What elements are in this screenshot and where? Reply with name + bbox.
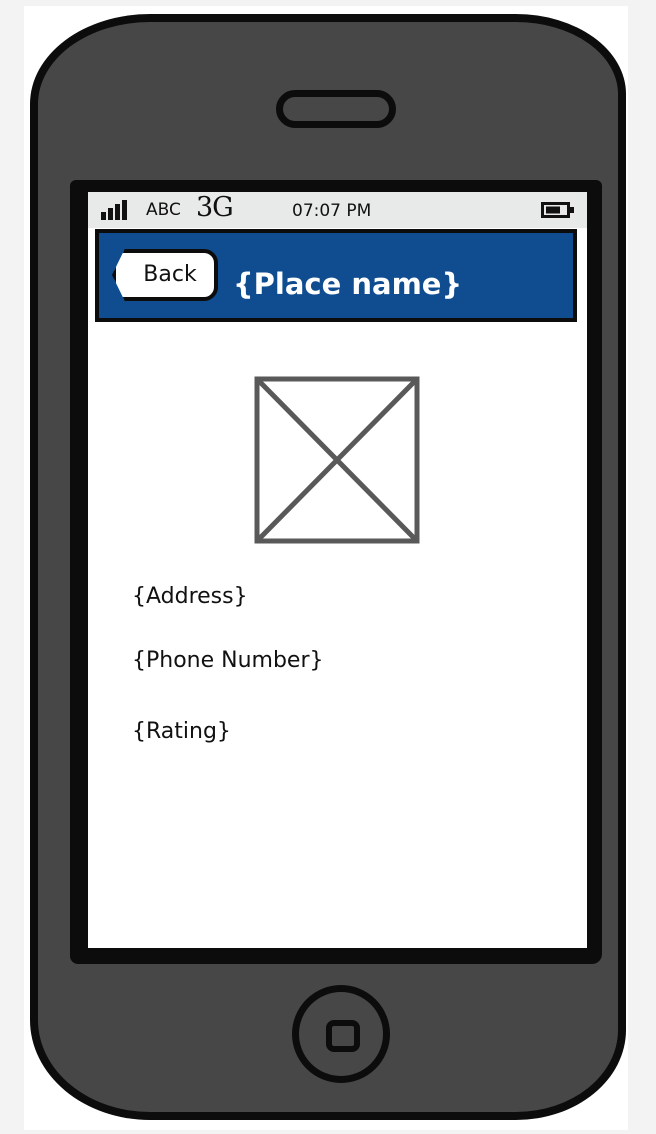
battery-icon xyxy=(541,202,574,218)
image-placeholder-icon xyxy=(254,376,420,544)
status-bar: ABC 3G 07:07 PM xyxy=(88,192,587,228)
speaker-icon xyxy=(276,90,396,128)
phone-number-label: {Phone Number} xyxy=(132,648,324,673)
back-button[interactable]: Back xyxy=(112,249,218,301)
navigation-bar: Back {Place name} xyxy=(95,229,577,322)
signal-bars-icon xyxy=(101,200,127,220)
place-name-title: {Place name} xyxy=(233,267,463,301)
status-time: 07:07 PM xyxy=(292,201,372,221)
phone-screen: ABC 3G 07:07 PM Back {Place name} {Addre… xyxy=(88,192,587,948)
carrier-label: ABC xyxy=(146,200,181,220)
home-button-icon xyxy=(326,1020,360,1052)
address-label: {Address} xyxy=(132,584,248,609)
rating-label: {Rating} xyxy=(132,719,231,744)
mockup-canvas: ABC 3G 07:07 PM Back {Place name} {Addre… xyxy=(0,0,656,1134)
network-type-label: 3G xyxy=(196,192,234,223)
